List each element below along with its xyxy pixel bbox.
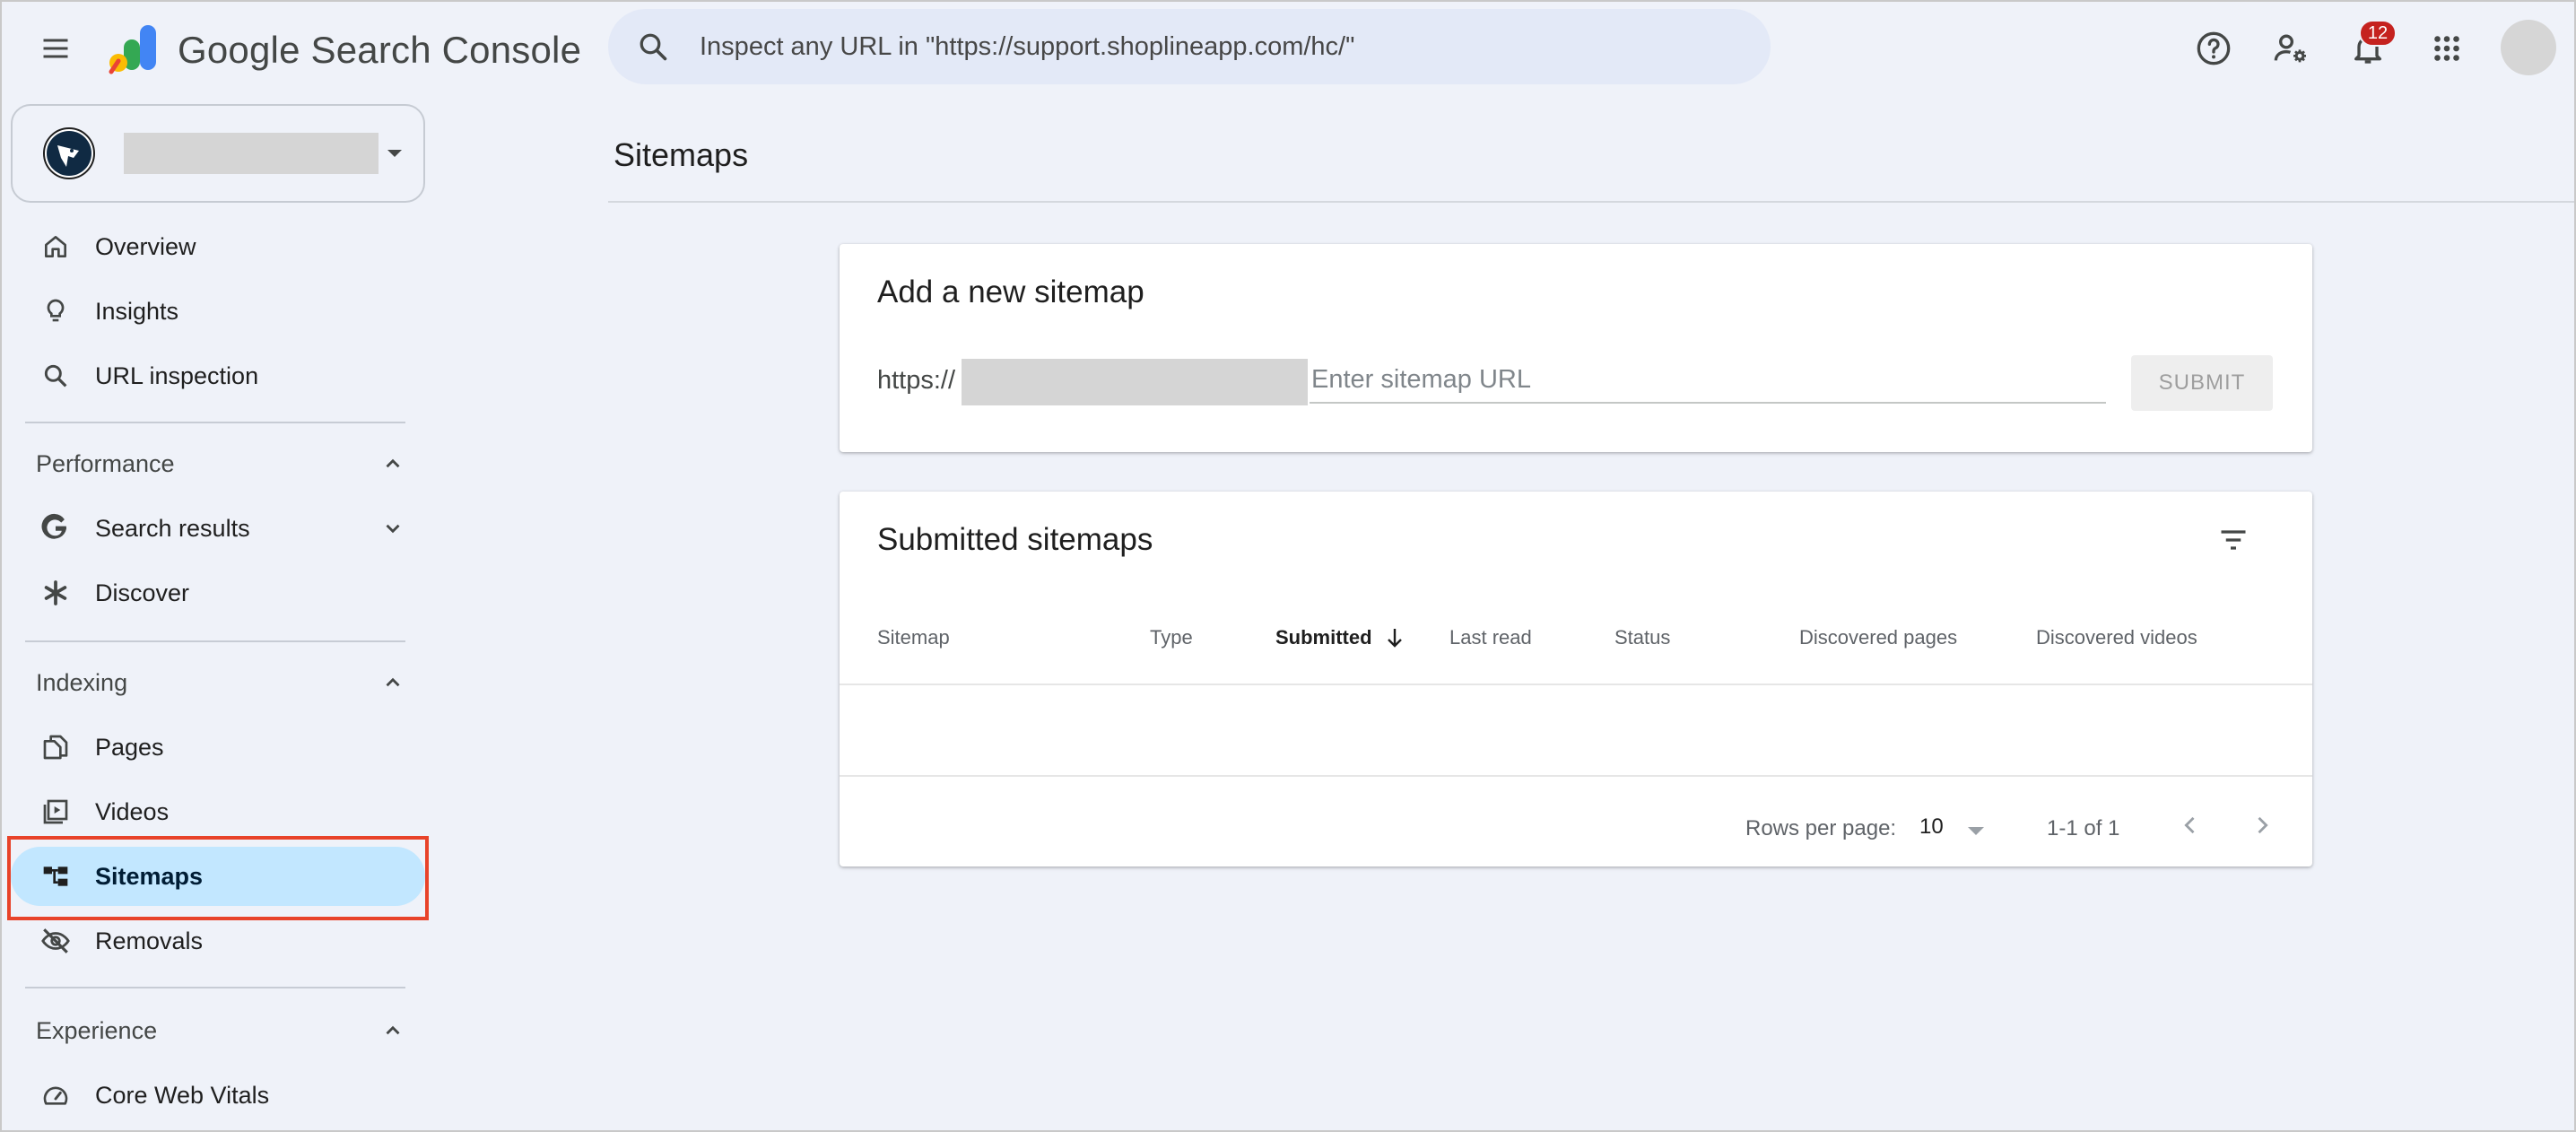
- sidebar-item-label: Insights: [95, 297, 179, 325]
- sidebar-item-label: Videos: [95, 797, 170, 825]
- rows-per-page-label: Rows per page:: [1745, 816, 1897, 840]
- sidebar-item-label: Removals: [95, 927, 204, 954]
- search-icon[interactable]: [633, 27, 673, 66]
- domain-redacted: [962, 359, 1308, 405]
- apps-grid-icon[interactable]: [2425, 27, 2468, 70]
- sidebar-item-label: Discover: [95, 579, 190, 606]
- search-console-logo: [106, 22, 163, 75]
- card-title: Add a new sitemap: [877, 274, 1144, 309]
- sidebar-item-label: Core Web Vitals: [95, 1081, 270, 1109]
- search-icon: [38, 358, 74, 394]
- table-row-divider: [840, 775, 2312, 777]
- app-title[interactable]: Google Search Console: [178, 29, 581, 72]
- search-input[interactable]: Inspect any URL in "https://support.shop…: [700, 32, 1354, 62]
- column-header-discovered-pages[interactable]: Discovered pages: [1799, 626, 1957, 649]
- sidebar-item-discover[interactable]: Discover: [11, 563, 425, 623]
- property-name-redacted: [124, 133, 379, 174]
- account-avatar[interactable]: [2501, 20, 2556, 75]
- next-page-icon[interactable]: [2244, 807, 2280, 843]
- lightbulb-icon: [38, 293, 74, 329]
- sidebar-item-search-results[interactable]: Search results: [11, 499, 425, 558]
- sidebar-item-overview[interactable]: Overview: [11, 217, 425, 276]
- eye-off-icon: [38, 923, 74, 959]
- column-header-label: Submitted: [1275, 626, 1372, 649]
- asterisk-icon: [38, 575, 74, 611]
- url-prefix: https://: [877, 366, 956, 395]
- sidebar-divider: [25, 640, 405, 642]
- column-header-submitted[interactable]: Submitted: [1275, 626, 1405, 649]
- sidebar-item-url-inspection[interactable]: URL inspection: [11, 346, 425, 405]
- add-sitemap-card: Add a new sitemap https:// SUBMIT: [840, 244, 2312, 452]
- sidebar-item-insights[interactable]: Insights: [11, 282, 425, 341]
- filter-icon[interactable]: [2212, 518, 2255, 562]
- chevron-up-icon[interactable]: [379, 1016, 407, 1045]
- pagination-range: 1-1 of 1: [2047, 816, 2120, 840]
- help-icon[interactable]: [2192, 27, 2235, 70]
- sidebar-item-label: Overview: [95, 232, 196, 260]
- sidebar-divider: [25, 987, 405, 988]
- top-app-bar: Google Search Console Inspect any URL in…: [2, 2, 2574, 95]
- caret-down-icon: [387, 150, 402, 157]
- home-icon: [38, 229, 74, 265]
- sitemap-url-input[interactable]: [1310, 357, 2106, 404]
- section-label: Performance: [36, 449, 175, 477]
- column-header-status[interactable]: Status: [1614, 626, 1670, 649]
- sidebar-item-videos[interactable]: Videos: [11, 782, 425, 841]
- column-header-sitemap[interactable]: Sitemap: [877, 626, 950, 649]
- previous-page-icon[interactable]: [2172, 807, 2208, 843]
- rows-per-page-select[interactable]: 10: [1919, 814, 1944, 840]
- caret-down-icon[interactable]: [1968, 827, 1984, 835]
- card-title: Submitted sitemaps: [877, 522, 1153, 557]
- chevron-up-icon[interactable]: [379, 449, 407, 478]
- section-performance[interactable]: Performance: [11, 434, 425, 493]
- pages-icon: [38, 729, 74, 765]
- section-label: Experience: [36, 1016, 158, 1044]
- header-row-divider: [840, 684, 2312, 685]
- section-experience[interactable]: Experience: [11, 1001, 425, 1060]
- column-header-discovered-videos[interactable]: Discovered videos: [2036, 626, 2197, 649]
- column-header-last-read[interactable]: Last read: [1449, 626, 1532, 649]
- title-divider: [608, 201, 2574, 203]
- sidebar-item-core-web-vitals[interactable]: Core Web Vitals: [11, 1066, 425, 1125]
- submit-button[interactable]: SUBMIT: [2131, 355, 2273, 411]
- property-logo: [43, 127, 95, 179]
- page-title: Sitemaps: [614, 136, 749, 173]
- user-settings-icon[interactable]: [2269, 27, 2312, 70]
- url-inspection-search[interactable]: Inspect any URL in "https://support.shop…: [608, 9, 1771, 84]
- section-label: Indexing: [36, 668, 128, 696]
- chevron-up-icon[interactable]: [379, 668, 407, 697]
- sidebar-item-label: Pages: [95, 733, 164, 761]
- sidebar-item-pages[interactable]: Pages: [11, 718, 425, 777]
- notifications-badge: 12: [2359, 20, 2397, 47]
- submitted-sitemaps-card: Submitted sitemaps Sitemap Type Submitte…: [840, 492, 2312, 866]
- property-selector[interactable]: [11, 104, 425, 203]
- speedometer-icon: [38, 1077, 74, 1113]
- video-library-icon: [38, 794, 74, 830]
- column-header-type[interactable]: Type: [1150, 626, 1193, 649]
- google-g-icon: [38, 510, 74, 546]
- menu-icon[interactable]: [34, 27, 77, 70]
- highlight-annotation: [7, 836, 429, 920]
- sidebar-item-label: URL inspection: [95, 361, 259, 389]
- sidebar-item-label: Search results: [95, 514, 250, 542]
- arrow-down-icon: [1385, 627, 1405, 649]
- sidebar-divider: [25, 422, 405, 423]
- section-indexing[interactable]: Indexing: [11, 653, 425, 712]
- chevron-down-icon[interactable]: [379, 514, 407, 543]
